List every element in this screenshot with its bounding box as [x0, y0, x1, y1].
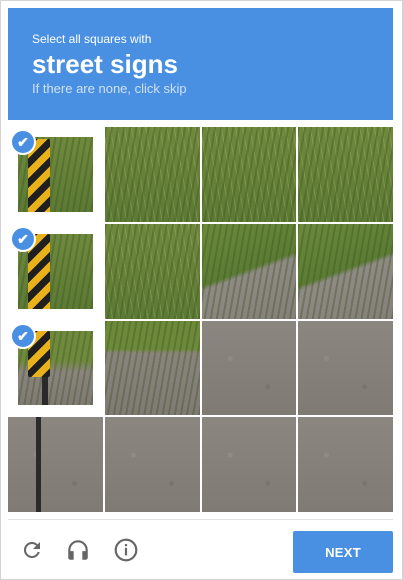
- reload-icon: [23, 542, 40, 558]
- grid-tile[interactable]: [201, 127, 297, 222]
- captcha-widget: Select all squares with street signs If …: [0, 0, 403, 580]
- captcha-header: Select all squares with street signs If …: [8, 8, 393, 120]
- grid-tile[interactable]: [201, 223, 297, 319]
- grid-tile[interactable]: [201, 417, 297, 512]
- grid-tile[interactable]: [298, 320, 393, 416]
- grid-tile[interactable]: [104, 320, 200, 416]
- image-grid: ✔ ✔ ✔: [8, 127, 393, 512]
- grid-tile[interactable]: [298, 417, 393, 512]
- grid-tile[interactable]: [298, 127, 393, 222]
- pole-image: [36, 417, 41, 512]
- check-icon: ✔: [10, 322, 36, 349]
- captcha-footer: NEXT: [8, 519, 393, 580]
- reload-button[interactable]: [16, 534, 48, 566]
- grid-tile[interactable]: ✔: [8, 320, 103, 416]
- skip-hint-text: If there are none, click skip: [32, 81, 187, 96]
- check-icon: ✔: [10, 129, 36, 155]
- grid-tile[interactable]: [104, 223, 200, 319]
- grid-tile[interactable]: [201, 320, 297, 416]
- pole-image: [42, 376, 48, 406]
- check-icon: ✔: [10, 225, 36, 252]
- grid-tile[interactable]: ✔: [8, 127, 103, 222]
- target-object-text: street signs: [32, 49, 178, 79]
- grid-tile[interactable]: ✔: [8, 223, 103, 319]
- help-button[interactable]: [110, 534, 142, 566]
- next-button[interactable]: NEXT: [293, 531, 393, 573]
- grid-tile[interactable]: [8, 417, 103, 512]
- audio-challenge-button[interactable]: [62, 534, 94, 566]
- grid-tile[interactable]: [104, 417, 200, 512]
- instruction-text: Select all squares with: [32, 32, 152, 46]
- grid-tile[interactable]: [298, 223, 393, 319]
- info-icon: [114, 538, 138, 562]
- headphones-icon: [68, 540, 88, 560]
- grid-tile[interactable]: [104, 127, 200, 222]
